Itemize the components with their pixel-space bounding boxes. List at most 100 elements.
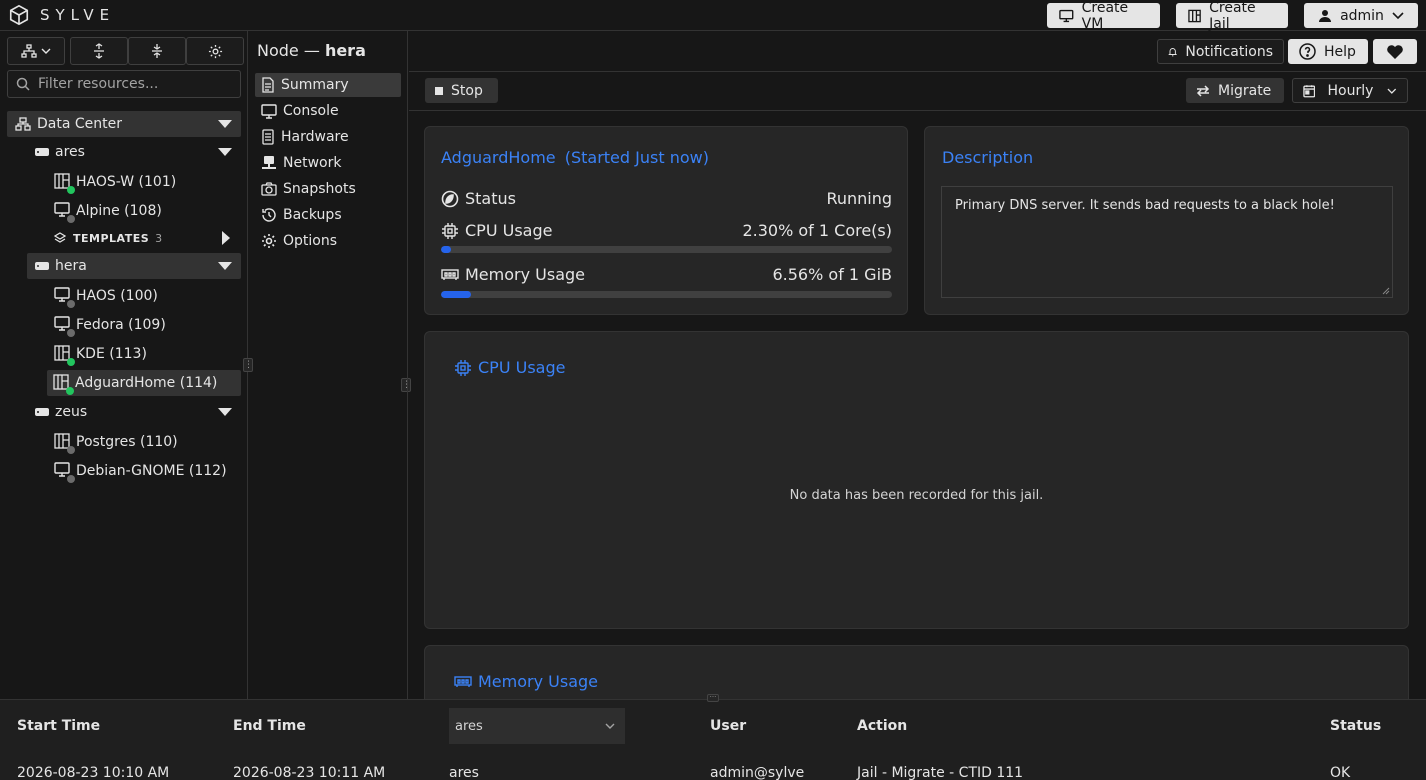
col-user[interactable]: User	[710, 718, 746, 734]
tree-node-zeus[interactable]: zeus	[7, 399, 241, 425]
col-status[interactable]: Status	[1330, 718, 1381, 734]
swap-arrows-icon	[1196, 84, 1210, 97]
nav-network[interactable]: Network	[255, 151, 401, 175]
nav-summary[interactable]: Summary	[255, 73, 401, 97]
expand-caret-icon[interactable]	[222, 231, 230, 245]
expand-icon	[94, 43, 104, 59]
tree-item-debian-gnome[interactable]: Debian-GNOME (112)	[7, 458, 241, 484]
nav-backups[interactable]: Backups	[255, 203, 401, 227]
status-label: Status	[465, 189, 516, 208]
nav-hardware[interactable]: Hardware	[255, 125, 401, 149]
templates-count: 3	[155, 231, 163, 245]
status-row: Status Running	[441, 189, 892, 208]
tree-item-fedora[interactable]: Fedora (109)	[7, 312, 241, 338]
status-dot-running	[66, 387, 74, 395]
nav-snapshots[interactable]: Snapshots	[255, 177, 401, 201]
datacenter-label: Data Center	[37, 116, 122, 132]
user-menu-button[interactable]: admin	[1304, 3, 1418, 28]
tree-item-haos-w[interactable]: HAOS-W (101)	[7, 169, 241, 195]
stop-button[interactable]: Stop	[425, 78, 498, 103]
row-status: OK	[1330, 765, 1351, 780]
help-label: Help	[1324, 43, 1356, 60]
chevron-down-icon	[1392, 11, 1404, 19]
create-vm-label: Create VM	[1081, 0, 1129, 32]
tree-datacenter[interactable]: Data Center	[7, 111, 241, 137]
node-filter-select[interactable]: ares	[449, 708, 625, 744]
tree-templates[interactable]: TEMPLATES 3	[7, 225, 241, 251]
tree-item-postgres[interactable]: Postgres (110)	[7, 429, 241, 455]
collapse-all-button[interactable]	[128, 37, 186, 65]
server-rack-icon	[262, 129, 274, 145]
collapse-caret-icon[interactable]	[218, 262, 232, 270]
cpu-chart-title: CPU Usage	[478, 358, 566, 377]
cpu-label: CPU Usage	[465, 221, 553, 240]
server-icon	[35, 408, 49, 416]
help-circle-icon	[1299, 43, 1316, 60]
tree-item-haos[interactable]: HAOS (100)	[7, 283, 241, 309]
nav-options[interactable]: Options	[255, 229, 401, 253]
col-action[interactable]: Action	[857, 718, 907, 734]
stop-icon	[435, 86, 443, 95]
chevron-down-icon	[41, 48, 51, 54]
nav-backups-label: Backups	[283, 207, 342, 223]
history-icon	[262, 208, 276, 222]
expand-all-button[interactable]	[70, 37, 128, 65]
network-icon	[262, 156, 276, 169]
cpu-icon	[455, 359, 471, 376]
create-jail-button[interactable]: Create Jail	[1176, 0, 1288, 32]
cube-logo-icon	[9, 4, 29, 26]
document-icon	[262, 77, 274, 93]
description-title: Description	[942, 148, 1034, 167]
status-dot-stopped	[67, 329, 75, 337]
item-label: Debian-GNOME (112)	[76, 463, 227, 479]
favorite-button[interactable]	[1373, 39, 1417, 64]
app-logo[interactable]: SYLVE	[8, 4, 115, 26]
interval-select[interactable]: Hourly	[1292, 78, 1408, 103]
settings-button[interactable]	[186, 37, 244, 65]
row-user: admin@sylve	[710, 765, 805, 780]
memory-label: Memory Usage	[465, 265, 586, 284]
nav-console[interactable]: Console	[255, 99, 401, 123]
collapse-caret-icon[interactable]	[218, 148, 232, 156]
tree-item-adguardhome[interactable]: AdguardHome (114)	[47, 370, 241, 396]
nav-options-label: Options	[283, 233, 338, 249]
create-vm-button[interactable]: Create VM	[1047, 0, 1160, 32]
search-icon	[16, 77, 30, 91]
cpu-icon	[442, 222, 458, 239]
migrate-button[interactable]: Migrate	[1186, 78, 1284, 103]
status-dot-stopped	[67, 475, 75, 483]
user-icon	[1319, 9, 1332, 22]
cpu-row: CPU Usage 2.30% of 1 Core(s)	[441, 221, 892, 240]
tree-item-kde[interactable]: KDE (113)	[7, 341, 241, 367]
monitor-icon	[54, 287, 70, 302]
tree-node-hera[interactable]: hera	[27, 253, 241, 279]
col-end-time[interactable]: End Time	[233, 718, 306, 734]
memory-chart-title: Memory Usage	[478, 672, 599, 691]
notifications-label: Notifications	[1185, 43, 1273, 60]
collapse-caret-icon[interactable]	[218, 408, 232, 416]
memory-icon	[454, 675, 472, 687]
log-panel-resize-handle[interactable]: ···	[707, 694, 719, 702]
camera-icon	[261, 182, 277, 196]
tree-item-alpine[interactable]: Alpine (108)	[7, 198, 241, 224]
cpu-chart-header: CPU Usage	[454, 358, 565, 377]
server-icon	[35, 148, 49, 156]
tree-node-ares[interactable]: ares	[7, 139, 241, 165]
cpu-value: 2.30% of 1 Core(s)	[742, 221, 892, 240]
memory-progress-fill	[441, 291, 471, 298]
cpu-chart-empty-message: No data has been recorded for this jail.	[789, 488, 1044, 503]
col-start-time[interactable]: Start Time	[17, 718, 100, 734]
row-start-time: 2026-08-23 10:10 AM	[17, 765, 170, 780]
node-name: zeus	[55, 404, 88, 420]
tree-view-button[interactable]	[7, 37, 65, 65]
collapse-icon	[152, 44, 162, 58]
started-text: (Started Just now)	[564, 148, 709, 167]
item-label: HAOS-W (101)	[76, 174, 177, 190]
jail-icon	[1188, 9, 1201, 22]
collapse-caret-icon[interactable]	[218, 120, 232, 128]
notifications-button[interactable]: Notifications	[1157, 39, 1284, 64]
filter-resources-input[interactable]: Filter resources...	[7, 70, 241, 98]
chevron-down-icon	[1387, 88, 1397, 94]
help-button[interactable]: Help	[1288, 39, 1368, 64]
description-textarea[interactable]: Primary DNS server. It sends bad request…	[941, 186, 1393, 298]
